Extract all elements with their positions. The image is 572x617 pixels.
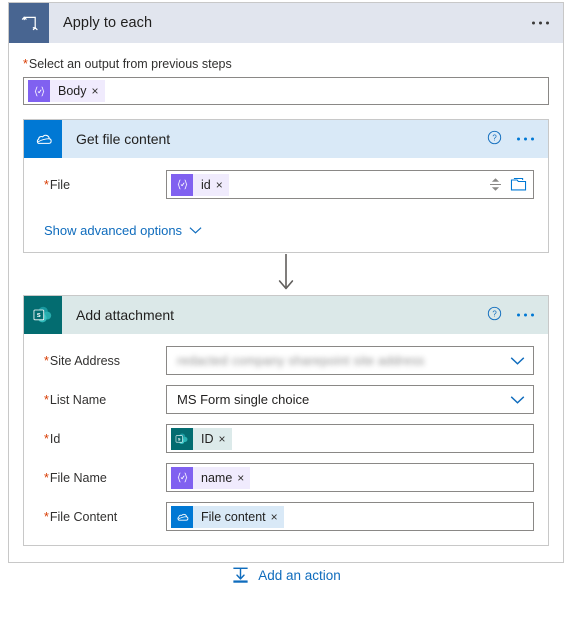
onedrive-icon	[24, 120, 62, 158]
list-name-row: *List Name MS Form single choice	[38, 385, 534, 414]
file-content-label-text: File Content	[49, 509, 118, 524]
id-label: *Id	[38, 432, 166, 446]
show-advanced-options-link[interactable]: Show advanced options	[44, 223, 202, 238]
id-row: *Id s ID ×	[38, 424, 534, 453]
add-attachment-menu-button[interactable]	[517, 313, 534, 317]
loop-repeat-icon	[9, 3, 49, 43]
apply-to-each-menu-button[interactable]	[532, 21, 549, 25]
file-field-input[interactable]: id ×	[166, 170, 534, 199]
token-chip-name-label: name ×	[193, 466, 251, 489]
file-content-label: *File Content	[38, 510, 166, 524]
add-attachment-title: Add attachment	[76, 307, 175, 323]
file-field-row: *File id ×	[38, 170, 534, 199]
add-attachment-body: *Site Address redacted company sharepoin…	[24, 334, 548, 545]
token-chip-body[interactable]: Body ×	[28, 80, 105, 102]
token-chip-sharepoint-id[interactable]: s ID ×	[171, 427, 232, 450]
show-advanced-options-label: Show advanced options	[44, 223, 183, 238]
svg-text:?: ?	[492, 310, 497, 319]
chevron-down-icon	[189, 226, 202, 235]
file-name-input[interactable]: name ×	[166, 463, 534, 492]
chevron-down-icon	[510, 395, 525, 405]
connector-arrow	[23, 253, 549, 295]
apply-to-each-card: Apply to each *Select an output from pre…	[8, 2, 564, 563]
token-chip-id-label: id ×	[193, 173, 229, 196]
get-file-content-header[interactable]: Get file content ?	[24, 120, 548, 158]
add-an-action-label: Add an action	[258, 568, 341, 583]
required-asterisk: *	[44, 177, 49, 192]
site-address-label-text: Site Address	[49, 353, 121, 368]
token-chip-file-content[interactable]: File content ×	[171, 505, 284, 528]
token-chip-body-label: Body ×	[50, 80, 105, 102]
expression-token-icon	[28, 80, 50, 102]
token-remove-icon[interactable]: ×	[237, 472, 244, 484]
sharepoint-token-icon: s	[171, 427, 193, 450]
help-icon[interactable]: ?	[487, 130, 502, 148]
sharepoint-icon: s	[24, 296, 62, 334]
chevron-down-icon	[510, 356, 525, 366]
get-file-content-card: Get file content ? *File id × Show advan…	[23, 119, 549, 253]
token-chip-name[interactable]: name ×	[171, 466, 251, 489]
file-name-label: *File Name	[38, 471, 166, 485]
list-name-label: *List Name	[38, 393, 166, 407]
apply-to-each-header[interactable]: Apply to each	[9, 3, 563, 43]
add-an-action-button[interactable]: Add an action	[0, 566, 572, 585]
file-content-row: *File Content File content ×	[38, 502, 534, 531]
get-file-content-menu-button[interactable]	[517, 137, 534, 141]
list-name-dropdown[interactable]: MS Form single choice	[166, 385, 534, 414]
down-arrow-icon	[276, 254, 296, 294]
folder-picker-icon[interactable]	[510, 177, 527, 192]
required-asterisk: *	[44, 392, 49, 407]
file-field-label-text: File	[49, 177, 71, 192]
apply-to-each-body: *Select an output from previous steps Bo…	[9, 43, 563, 562]
list-name-label-text: List Name	[49, 392, 107, 407]
token-remove-icon[interactable]: ×	[219, 433, 226, 445]
site-address-dropdown[interactable]: redacted company sharepoint site address	[166, 346, 534, 375]
svg-text:s: s	[178, 437, 181, 442]
id-label-text: Id	[49, 431, 61, 446]
add-action-icon	[231, 566, 250, 585]
file-name-label-text: File Name	[49, 470, 107, 485]
help-icon[interactable]: ?	[487, 306, 502, 324]
select-output-label-text: Select an output from previous steps	[28, 57, 232, 71]
add-attachment-card: s Add attachment ? *Site Address redacte…	[23, 295, 549, 546]
id-input[interactable]: s ID ×	[166, 424, 534, 453]
spinner-up-down-icon[interactable]	[490, 174, 501, 196]
token-remove-icon[interactable]: ×	[92, 85, 99, 97]
token-chip-file-content-label: File content ×	[193, 505, 284, 528]
required-asterisk: *	[44, 431, 49, 446]
onedrive-token-icon	[171, 505, 193, 528]
file-field-label: *File	[38, 178, 166, 192]
required-asterisk: *	[44, 353, 49, 368]
svg-text:s: s	[37, 310, 41, 319]
list-name-value: MS Form single choice	[177, 392, 310, 407]
site-address-value: redacted company sharepoint site address	[177, 353, 425, 368]
select-output-label: *Select an output from previous steps	[23, 57, 549, 71]
get-file-content-title: Get file content	[76, 131, 171, 147]
expression-token-icon	[171, 466, 193, 489]
site-address-row: *Site Address redacted company sharepoin…	[38, 346, 534, 375]
token-chip-id[interactable]: id ×	[171, 173, 229, 196]
required-asterisk: *	[44, 509, 49, 524]
site-address-label: *Site Address	[38, 354, 166, 368]
token-remove-icon[interactable]: ×	[271, 511, 278, 523]
add-attachment-header[interactable]: s Add attachment ?	[24, 296, 548, 334]
get-file-content-body: *File id × Show advanced options	[24, 158, 548, 252]
file-name-row: *File Name name ×	[38, 463, 534, 492]
token-chip-sharepoint-id-label: ID ×	[193, 427, 232, 450]
select-output-input[interactable]: Body ×	[23, 77, 549, 105]
svg-text:?: ?	[492, 134, 497, 143]
file-content-input[interactable]: File content ×	[166, 502, 534, 531]
required-asterisk: *	[23, 57, 28, 71]
apply-to-each-title: Apply to each	[63, 15, 153, 31]
required-asterisk: *	[44, 470, 49, 485]
token-remove-icon[interactable]: ×	[216, 179, 223, 191]
expression-token-icon	[171, 173, 193, 196]
